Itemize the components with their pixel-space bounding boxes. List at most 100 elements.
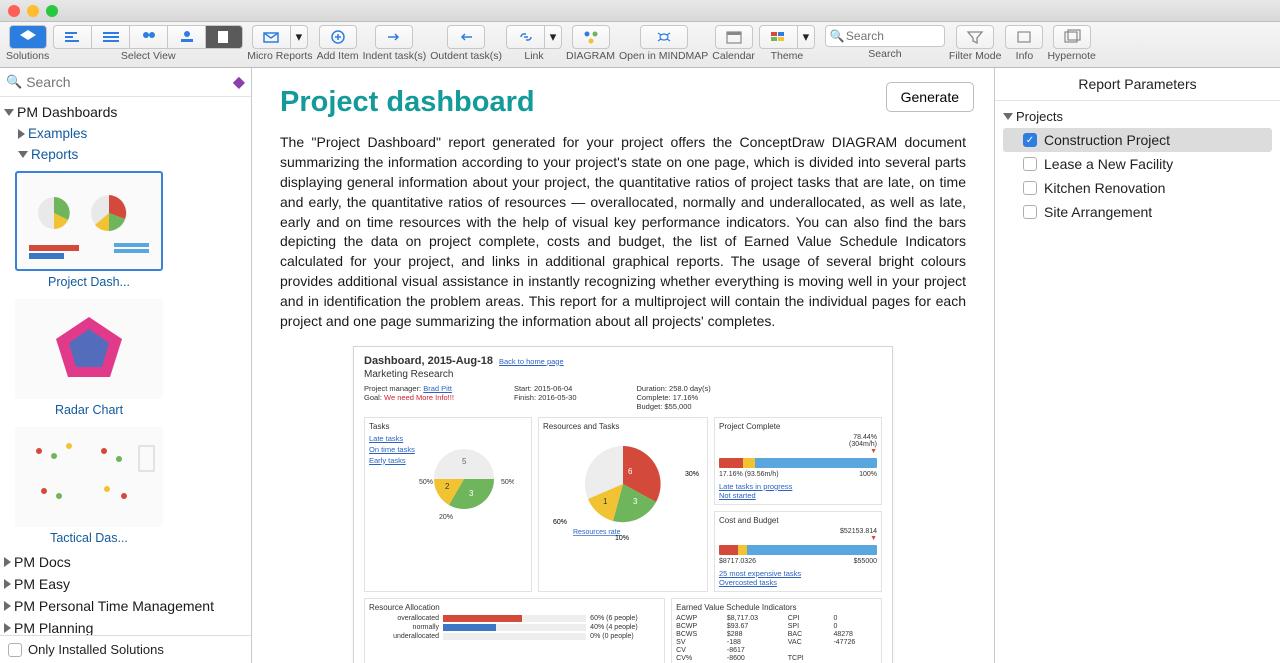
svg-text:Resources rate: Resources rate [573, 529, 621, 536]
earned-value-cell: Earned Value Schedule Indicators ACWP$8,… [671, 598, 882, 663]
resources-pie-chart: 30% 6 3 1 Resources rate 10% 60% [543, 434, 703, 544]
projects-section-toggle[interactable]: Projects [1003, 105, 1272, 128]
project-checkbox[interactable] [1023, 181, 1037, 195]
back-link[interactable]: Back to home page [499, 357, 564, 366]
svg-text:3: 3 [633, 497, 638, 506]
project-checkbox[interactable] [1023, 157, 1037, 171]
project-item[interactable]: ✓ Construction Project [1003, 128, 1272, 152]
tree-pm-personal-time[interactable]: PM Personal Time Management [0, 595, 251, 617]
tree-pm-docs[interactable]: PM Docs [0, 551, 251, 573]
indent-label: Indent task(s) [363, 50, 427, 62]
tree-pm-easy[interactable]: PM Easy [0, 573, 251, 595]
page-description: The "Project Dashboard" report generated… [280, 133, 966, 332]
calendar-label: Calendar [712, 50, 755, 62]
calendar-button[interactable] [715, 25, 753, 49]
only-installed-label: Only Installed Solutions [28, 642, 164, 657]
filter-mode-button[interactable] [956, 25, 994, 49]
tasks-cell: Tasks Late tasks On time tasks Early tas… [364, 417, 532, 592]
project-name: Kitchen Renovation [1044, 180, 1165, 196]
project-item[interactable]: Site Arrangement [1003, 200, 1272, 224]
thumb-tactical-dashboard[interactable]: Tactical Das... [14, 427, 164, 545]
thumb-label: Tactical Das... [50, 531, 128, 545]
project-name: Lease a New Facility [1044, 156, 1173, 172]
micro-reports-dropdown[interactable]: ▾ [290, 25, 308, 49]
mindmap-label: Open in MINDMAP [619, 50, 708, 62]
solutions-logo-icon: ◆ [233, 72, 245, 92]
traffic-lights [8, 5, 58, 17]
page-title: Project dashboard [280, 86, 966, 119]
tree-examples[interactable]: Examples [0, 123, 251, 144]
project-checkbox[interactable]: ✓ [1023, 133, 1037, 147]
solutions-button[interactable] [9, 25, 47, 49]
window-titlebar [0, 0, 1280, 22]
micro-reports-label: Micro Reports [247, 50, 312, 62]
micro-reports-button[interactable] [252, 25, 290, 49]
thumb-radar-chart[interactable]: Radar Chart [14, 299, 164, 417]
theme-button[interactable] [759, 25, 797, 49]
thumb-project-dashboard[interactable]: Project Dash... [14, 171, 164, 289]
view-people-button[interactable] [129, 25, 167, 49]
resource-allocation-cell: Resource Allocation overallocated60% (6 … [364, 598, 665, 663]
add-item-button[interactable] [319, 25, 357, 49]
theme-label: Theme [771, 50, 804, 62]
svg-text:6: 6 [628, 467, 633, 476]
diagram-button[interactable] [572, 25, 610, 49]
project-item[interactable]: Lease a New Facility [1003, 152, 1272, 176]
solutions-label: Solutions [6, 50, 49, 62]
tree-reports[interactable]: Reports [0, 144, 251, 165]
search-label: Search [868, 48, 901, 60]
view-list-button[interactable] [91, 25, 129, 49]
project-item[interactable]: Kitchen Renovation [1003, 176, 1272, 200]
svg-text:30%: 30% [685, 471, 699, 478]
svg-text:50%: 50% [419, 479, 433, 486]
info-label: Info [1016, 50, 1034, 62]
select-view-label: Select View [121, 50, 176, 62]
add-item-label: Add Item [317, 50, 359, 62]
svg-text:10%: 10% [615, 535, 629, 542]
maximize-window-icon[interactable] [46, 5, 58, 17]
tasks-pie-chart: 50% 50% 5 3 2 20% [419, 434, 514, 524]
outdent-button[interactable] [447, 25, 485, 49]
svg-text:1: 1 [603, 497, 608, 506]
theme-dropdown[interactable]: ▾ [797, 25, 815, 49]
link-dropdown[interactable]: ▾ [544, 25, 562, 49]
mindmap-button[interactable] [640, 25, 688, 49]
diagram-label: DIAGRAM [566, 50, 615, 62]
only-installed-checkbox[interactable] [8, 643, 22, 657]
cost-budget-cell: Cost and Budget $52153.814▼ $8717.0326$5… [714, 511, 882, 592]
tree-pm-dashboards[interactable]: PM Dashboards [0, 101, 251, 123]
sidebar-search-input[interactable] [26, 74, 229, 90]
view-gantt-button[interactable] [53, 25, 91, 49]
filter-mode-label: Filter Mode [949, 50, 1002, 62]
content-area: Generate Project dashboard The "Project … [252, 68, 994, 663]
view-report-button[interactable] [205, 25, 243, 49]
generate-button[interactable]: Generate [886, 82, 974, 112]
svg-text:50%: 50% [501, 479, 514, 486]
solutions-sidebar: 🔍 ◆ PM Dashboards Examples Reports [0, 68, 252, 663]
hypernote-label: Hypernote [1047, 50, 1095, 62]
project-name: Construction Project [1044, 132, 1170, 148]
toolbar-search-input[interactable] [825, 25, 945, 47]
thumb-label: Project Dash... [48, 275, 130, 289]
indent-button[interactable] [375, 25, 413, 49]
tree-pm-planning[interactable]: PM Planning [0, 617, 251, 635]
outdent-label: Outdent task(s) [430, 50, 502, 62]
info-button[interactable] [1005, 25, 1043, 49]
main-toolbar: Solutions Select View ▾ Micro Reports Ad… [0, 22, 1280, 68]
view-resource-button[interactable] [167, 25, 205, 49]
project-name: Site Arrangement [1044, 204, 1152, 220]
minimize-window-icon[interactable] [27, 5, 39, 17]
svg-text:5: 5 [462, 457, 467, 466]
svg-text:60%: 60% [553, 519, 567, 526]
link-label: Link [524, 50, 543, 62]
report-parameters-panel: Report Parameters Projects ✓Construction… [994, 68, 1280, 663]
resources-cell: Resources and Tasks 30% 6 3 1 Resourc [538, 417, 708, 592]
project-complete-cell: Project Complete 78.44%(304m/h)▼ 17.16% … [714, 417, 882, 505]
search-icon: 🔍 [6, 74, 22, 90]
project-checkbox[interactable] [1023, 205, 1037, 219]
close-window-icon[interactable] [8, 5, 20, 17]
svg-text:3: 3 [469, 489, 474, 498]
report-subtitle: Marketing Research [364, 369, 882, 380]
hypernote-button[interactable] [1053, 25, 1091, 49]
link-button[interactable] [506, 25, 544, 49]
